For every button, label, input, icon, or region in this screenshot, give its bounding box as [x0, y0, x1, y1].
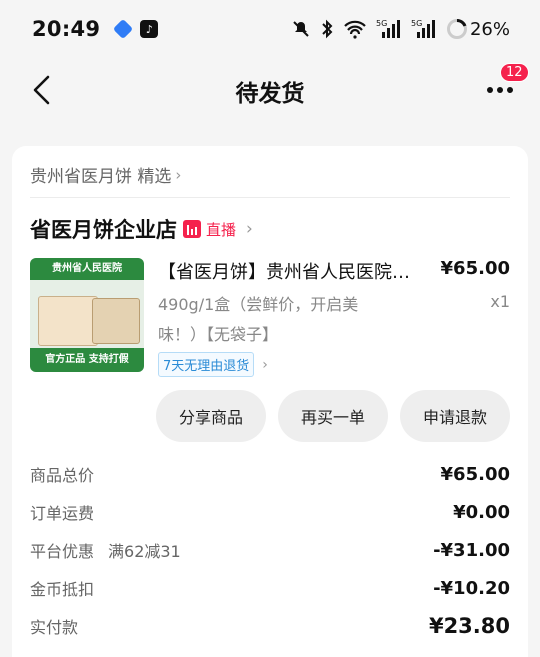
- nav-bar: 待发货: [0, 58, 540, 124]
- summary-row-platform-discount: 平台优惠 满62减31 -¥31.00: [30, 538, 510, 562]
- summary-row-total-paid: 实付款 ¥23.80: [30, 614, 510, 638]
- chevron-right-icon: ›: [175, 165, 182, 184]
- divider: [30, 197, 510, 198]
- discount-note: 满62减31: [108, 542, 181, 561]
- back-button[interactable]: [24, 72, 60, 108]
- battery-percent: 26%: [469, 18, 510, 40]
- product-price: ¥65.00: [440, 258, 510, 279]
- summary-label: 商品总价: [30, 466, 95, 485]
- app-notification-icon: [113, 18, 134, 40]
- product-title[interactable]: 【省医月饼】贵州省人民医院…: [158, 258, 448, 284]
- summary-label: 金币抵扣: [30, 580, 95, 599]
- signal-5g-icon-2: 5G: [411, 18, 437, 40]
- summary-value: -¥31.00: [433, 539, 510, 561]
- summary-value: -¥10.20: [433, 577, 510, 599]
- status-app-icons: ♪: [113, 18, 159, 40]
- battery-icon: 26%: [446, 18, 510, 40]
- product-spec: 490g/1盒（尝鲜价，开启美味！）【无袋子】: [158, 295, 359, 344]
- chevron-left-icon: [33, 75, 50, 105]
- status-time: 20:49: [32, 17, 101, 41]
- more-dots-icon: [487, 87, 513, 93]
- live-label: 直播: [206, 220, 237, 239]
- mooncake-box-image: [38, 296, 98, 346]
- mooncake-tray-image: [92, 298, 140, 344]
- live-badge[interactable]: 直播: [183, 219, 236, 240]
- wifi-icon: [343, 19, 367, 39]
- breadcrumb-label: 贵州省医月饼 精选: [30, 167, 172, 187]
- summary-label: 订单运费: [30, 504, 95, 523]
- order-actions: 分享商品 再买一单 申请退款: [156, 390, 510, 442]
- mute-icon: [291, 19, 311, 39]
- summary-label: 实付款: [30, 618, 79, 637]
- summary-row-coin-deduction: 金币抵扣 -¥10.20: [30, 576, 510, 600]
- return-policy-tag[interactable]: 7天无理由退货 ›: [158, 352, 268, 377]
- summary-row-shipping: 订单运费 ¥0.00: [30, 500, 510, 524]
- total-paid-value: ¥23.80: [428, 614, 510, 638]
- svg-text:5G: 5G: [411, 19, 422, 28]
- order-card: 贵州省医月饼 精选 › 省医月饼企业店 直播 › 贵州省人民医院 官方正品 支持…: [12, 146, 528, 657]
- live-bars-icon: [183, 220, 201, 238]
- tiktok-icon: ♪: [140, 20, 159, 38]
- thumbnail-footer: 官方正品 支持打假: [30, 348, 144, 372]
- thumbnail-banner: 贵州省人民医院: [30, 258, 144, 280]
- signal-5g-icon: 5G: [376, 18, 402, 40]
- shop-name: 省医月饼企业店: [30, 218, 177, 242]
- product-thumbnail[interactable]: 贵州省人民医院 官方正品 支持打假: [30, 258, 144, 372]
- summary-row-subtotal: 商品总价 ¥65.00: [30, 462, 510, 486]
- message-count-badge: 12: [500, 63, 529, 82]
- status-bar: 20:49 ♪ 5G 5G 26%: [0, 0, 540, 58]
- summary-value: ¥0.00: [453, 501, 510, 523]
- share-product-button[interactable]: 分享商品: [156, 390, 266, 442]
- return-policy-label: 7天无理由退货: [158, 352, 255, 377]
- summary-label: 平台优惠: [30, 542, 95, 561]
- summary-value: ¥65.00: [440, 463, 510, 485]
- chevron-right-icon: ›: [246, 219, 253, 239]
- bluetooth-icon: [320, 19, 334, 39]
- buy-again-button[interactable]: 再买一单: [278, 390, 388, 442]
- chevron-right-icon: ›: [262, 356, 268, 373]
- product-quantity: x1: [490, 292, 510, 311]
- breadcrumb[interactable]: 贵州省医月饼 精选 ›: [30, 162, 182, 188]
- request-refund-button[interactable]: 申请退款: [400, 390, 510, 442]
- status-indicators: 5G 5G 26%: [291, 18, 510, 40]
- shop-link[interactable]: 省医月饼企业店 直播 ›: [30, 214, 253, 244]
- svg-text:5G: 5G: [376, 19, 387, 28]
- page-title: 待发货: [235, 81, 305, 107]
